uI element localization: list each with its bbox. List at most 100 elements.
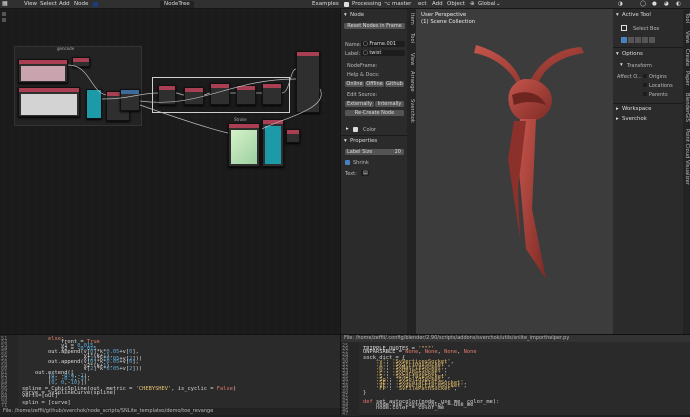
name-label: Name: [345,42,362,48]
active-tool-arrow-icon[interactable]: ▾ [616,12,619,18]
properties-arrow-icon[interactable]: ▾ [344,138,347,144]
name-value: Frame.001 [369,41,397,47]
tab-tool[interactable]: Tool [684,13,690,23]
divider [341,135,408,136]
tab-blendergis[interactable]: BlenderGIS [684,93,690,122]
top-header: ▦ View Select Add Node NodeTree Examples… [0,0,690,9]
nodeframe-label: NodeFrame: [347,63,378,69]
color-checkbox[interactable] [353,127,358,132]
3d-viewport[interactable]: User Perspective (1) Scene Collection [416,9,613,334]
menu-node[interactable]: Node [74,1,88,7]
transform-title[interactable]: Transform [627,63,652,69]
tab-paper[interactable]: Paper [684,71,690,86]
label-size-value: 20 [394,149,401,155]
shading-material-icon[interactable]: ◕ [664,1,669,7]
color-section-arrow-icon[interactable]: ▸ [346,126,349,132]
mode-subtract-icon[interactable] [635,37,641,43]
recreate-node-button[interactable]: Re-Create Node [345,110,404,116]
workspace-arrow-icon[interactable]: ▸ [616,106,619,112]
tab-arrange[interactable]: Arrange [409,71,415,92]
editor-type-icon[interactable]: ▦ [2,0,8,7]
code-line[interactable]: UNPARSABLE = None, None, None, None [363,349,477,355]
properties-section-title[interactable]: Properties [350,138,377,144]
examples-menu[interactable]: Examples [312,1,339,7]
workspace-title[interactable]: Workspace [622,106,651,112]
parents-checkbox[interactable] [643,92,647,96]
shrink-checkbox[interactable] [345,160,350,165]
node-section-title[interactable]: Node [350,12,364,18]
text-editor-right[interactable]: File: /home/zeffii/.config/blender/2.90/… [340,334,690,417]
mode-invert-icon[interactable] [642,37,648,43]
node-editor[interactable]: gencode Stroke [0,9,340,334]
parents-label: Parents [649,92,668,98]
transform-arrow-icon[interactable]: ▾ [620,62,623,68]
chevron-down-icon[interactable]: ⌄ [496,1,501,7]
selection-mode-group [621,37,655,43]
label-size-field[interactable]: Label Size 20 [345,149,404,155]
code-line[interactable]: splin = [curve] [22,400,71,406]
menu-view[interactable]: View [24,1,37,7]
node-sidebar: ▾ Node Reset Nodes in Frame Name: ▢ Fram… [340,9,408,334]
shading-rendered-icon[interactable]: ◐ [676,1,681,7]
overlay-icon[interactable]: ◑ [618,1,623,7]
orientation-dropdown[interactable]: Global [478,1,496,7]
view-menu-add[interactable]: Add [432,1,443,7]
origins-label: Origins [649,74,667,80]
code-line[interactable]: (0, 0,-10)]) [22,380,87,386]
label-field[interactable]: ▢ twist [361,50,405,56]
reset-nodes-button[interactable]: Reset Nodes in Frame [344,23,405,29]
code-line[interactable]: 'FP': 'SvFilePathSocket', [363,386,457,392]
line-number: 47 [342,411,349,417]
view-menu-object[interactable]: Object [447,1,465,7]
code-line[interactable]: } [363,390,366,396]
code-line[interactable]: verts=[out] [22,393,58,399]
use-nodes-checkbox[interactable] [93,2,98,7]
mode-intersect-icon[interactable] [649,37,655,43]
tab-item[interactable]: Item [409,13,415,25]
select-box-label: Select Box [633,26,660,32]
sverchok-arrow-icon[interactable]: ▸ [616,116,619,122]
externally-button[interactable]: Externally [345,101,374,107]
sverchok-title[interactable]: Sverchok [622,116,647,122]
tab-view[interactable]: View [409,53,415,65]
locations-label: Locations [649,83,673,89]
menu-add[interactable]: Add [59,1,70,7]
code-line[interactable]: node.color = color_me [363,405,444,411]
tab-sverchok[interactable]: Sverchok [409,99,415,123]
text-editor-left[interactable]: 51 else: 52 front = True 53 y1 = 0.015 54 y… [0,334,340,415]
node-section-arrow-icon[interactable]: ▾ [344,12,347,18]
tab-view[interactable]: View [684,31,690,43]
menu-select[interactable]: Select [40,1,57,7]
github-button[interactable]: Github [385,81,404,87]
orientation-icon: ⊕ [470,1,475,7]
text-datablock-field[interactable]: ▤ [361,170,369,176]
color-label: Color [363,127,377,133]
view-menu-select[interactable]: ect [418,1,427,7]
options-title[interactable]: Options [622,51,643,57]
active-tool-title[interactable]: Active Tool [622,12,651,18]
viewport-sidebar-tabs: Tool View Create Paper BlenderGIS Point … [683,9,690,334]
node-sidebar-tabs: Item Tool View Arrange Sverchok [407,9,416,334]
internally-button[interactable]: Internally [375,101,404,107]
locations-checkbox[interactable] [643,83,647,87]
name-field[interactable]: ▢ Frame.001 [361,41,405,47]
shrink-label: Shrink [353,160,369,166]
mode-set-icon[interactable] [621,37,627,43]
mode-extend-icon[interactable] [628,37,634,43]
select-box-icon[interactable] [621,25,627,31]
file-path-bar: File: /home/zeffii/.config/blender/2.90/… [341,335,690,342]
tab-create[interactable]: Create [684,49,690,66]
options-arrow-icon[interactable]: ▾ [616,51,619,57]
origins-checkbox[interactable] [643,74,647,78]
shading-wireframe-icon[interactable]: ◯ [640,1,646,7]
divider [613,103,683,104]
viewport-sidebar: ▾ Active Tool Select Box ▾ Options ▾ Tra… [613,9,683,334]
label-label: Label: [345,51,361,57]
tab-tool[interactable]: Tool [409,33,415,43]
tab-point-cloud-visualizer[interactable]: Point Cloud Visualizer [684,129,690,185]
node-tree-selector[interactable]: NodeTree [160,0,194,8]
shading-solid-icon[interactable]: ● [652,1,657,7]
online-button[interactable]: Online [345,81,364,87]
processing-checkbox[interactable] [344,2,349,7]
offline-button[interactable]: Offline [365,81,384,87]
